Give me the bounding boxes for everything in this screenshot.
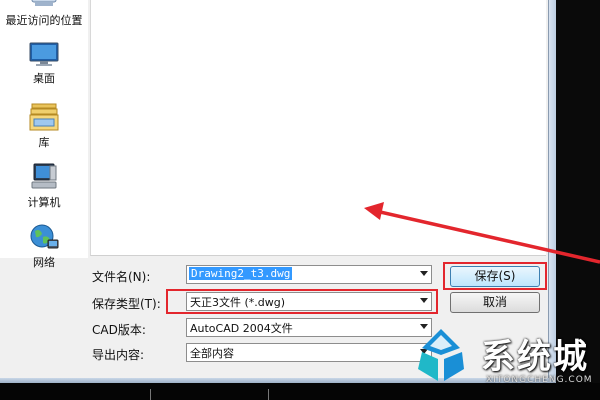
- watermark-logo-icon: [418, 329, 464, 381]
- watermark-title: 系统城: [481, 337, 589, 377]
- watermark: 系统城 XITONGCHENG.COM: [408, 325, 600, 395]
- watermark-subtitle: XITONGCHENG.COM: [486, 375, 593, 385]
